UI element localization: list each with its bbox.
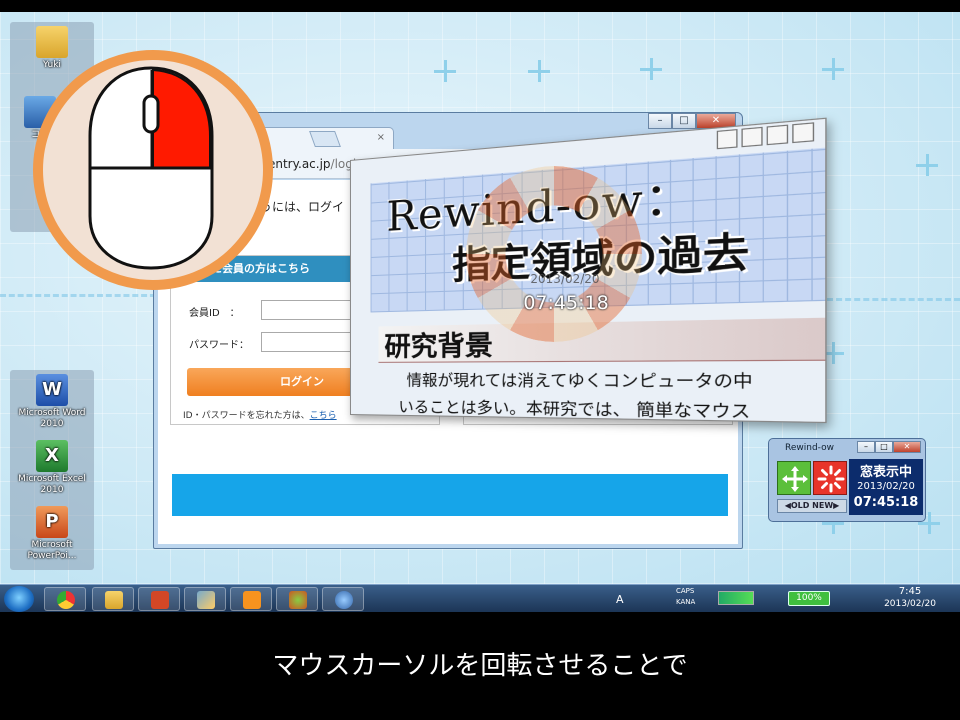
powerpoint-icon <box>151 591 169 609</box>
signal-strength-icon <box>718 591 754 605</box>
background-cross <box>916 154 938 176</box>
desktop-icon-word[interactable]: W Microsoft Word 2010 <box>12 374 92 430</box>
tab-close-icon[interactable]: × <box>377 132 385 143</box>
ime-indicator[interactable]: A <box>616 593 624 606</box>
taskbar-powerpoint[interactable] <box>138 587 180 611</box>
taskbar-chrome[interactable] <box>44 587 86 611</box>
rotate-burst-icon[interactable] <box>813 461 847 495</box>
widget-status: 窓表示中 <box>859 465 912 480</box>
powerpoint-icon: P <box>36 506 68 538</box>
widget-close-button[interactable]: ✕ <box>893 441 921 453</box>
clock-date[interactable]: 2013/02/20 <box>870 599 950 609</box>
forgot-text: ID・パスワードを忘れた方は、こちら <box>183 408 337 421</box>
folder-icon <box>105 591 123 609</box>
desktop-icon-label: Microsoft Word 2010 <box>18 408 86 429</box>
illustrator-icon <box>243 591 261 609</box>
dial-date: 2013/02/20 <box>530 272 600 286</box>
widget-minimize-button[interactable]: – <box>857 441 875 453</box>
taskbar-explorer[interactable] <box>92 587 134 611</box>
clock-time[interactable]: 7:45 <box>880 586 940 597</box>
maximize-button[interactable]: □ <box>672 113 696 129</box>
video-subtitle: マウスカーソルを回転させることで <box>272 651 688 681</box>
excel-icon: X <box>36 440 68 472</box>
background-cross <box>528 60 550 82</box>
time-dial[interactable] <box>466 166 642 342</box>
battery-indicator[interactable]: 100% <box>788 591 830 606</box>
desktop-icon-user-folder[interactable]: Yuki <box>12 26 92 71</box>
desktop-icon-label: Microsoft PowerPoi... <box>27 540 77 561</box>
taskbar-rewind-ow[interactable] <box>322 587 364 611</box>
widget-date: 2013/02/20 <box>857 481 915 492</box>
desktop-icon-excel[interactable]: X Microsoft Excel 2010 <box>12 440 92 496</box>
rewind-ow-widget[interactable]: Rewind-ow – □ ✕ ◀OLD NEW▶ 窓表示中 2013/02/2… <box>768 438 926 522</box>
kana-indicator: KANA <box>676 598 696 606</box>
minimize-button[interactable]: – <box>648 113 672 129</box>
section-title: 研究背景 <box>384 330 493 363</box>
toolbar-icon <box>716 129 738 150</box>
desktop-icon-powerpoint[interactable]: P Microsoft PowerPoi... <box>12 506 92 562</box>
new-tab-button[interactable] <box>309 131 341 147</box>
taskbar-app[interactable] <box>276 587 318 611</box>
widget-maximize-button[interactable]: □ <box>875 441 893 453</box>
chrome-icon <box>57 591 75 609</box>
member-id-label: 会員ID ： <box>189 308 240 319</box>
blue-banner <box>172 474 728 516</box>
widget-window-controls: – □ ✕ <box>857 441 921 453</box>
taskbar: A CAPS KANA 100% 7:45 2013/02/20 <box>0 584 960 612</box>
dial-time: 07:45:18 <box>523 292 609 314</box>
app-icon <box>289 591 307 609</box>
desktop-icon-label: Yuki <box>43 60 61 70</box>
caps-indicator: CAPS <box>676 587 695 595</box>
toolbar-icon <box>766 124 789 146</box>
taskbar-illustrator[interactable] <box>230 587 272 611</box>
password-row: パスワード： <box>189 332 401 352</box>
video-frame: Yuki コン W Microsoft Word 2010 X Microsof… <box>0 0 960 720</box>
password-label: パスワード： <box>189 340 249 351</box>
body-text-line1: 情報が現れては消えてゆくコンピュータの中 <box>406 370 753 392</box>
toolbar-icon <box>792 122 815 144</box>
move-arrows-icon[interactable] <box>777 461 811 495</box>
word-icon: W <box>36 374 68 406</box>
member-id-row: 会員ID ： <box>189 300 401 320</box>
background-cross <box>434 60 456 82</box>
desktop-icon-label: Microsoft Excel 2010 <box>18 474 86 495</box>
folder-icon <box>36 26 68 58</box>
widget-info-panel: 窓表示中 2013/02/20 07:45:18 <box>849 459 923 515</box>
paint-icon <box>197 591 215 609</box>
rewind-ow-icon <box>335 591 353 609</box>
old-new-slider[interactable]: ◀OLD NEW▶ <box>777 499 847 513</box>
widget-time: 07:45:18 <box>853 495 919 510</box>
forgot-link[interactable]: こちら <box>310 411 337 421</box>
widget-title: Rewind-ow <box>785 443 834 453</box>
toolbar-icon <box>741 126 763 148</box>
start-button[interactable] <box>4 586 34 612</box>
background-cross <box>640 58 662 80</box>
taskbar-paint[interactable] <box>184 587 226 611</box>
background-cross <box>822 58 844 80</box>
mouse-icon <box>88 66 214 270</box>
forgot-label: ID・パスワードを忘れた方は、 <box>183 411 310 421</box>
